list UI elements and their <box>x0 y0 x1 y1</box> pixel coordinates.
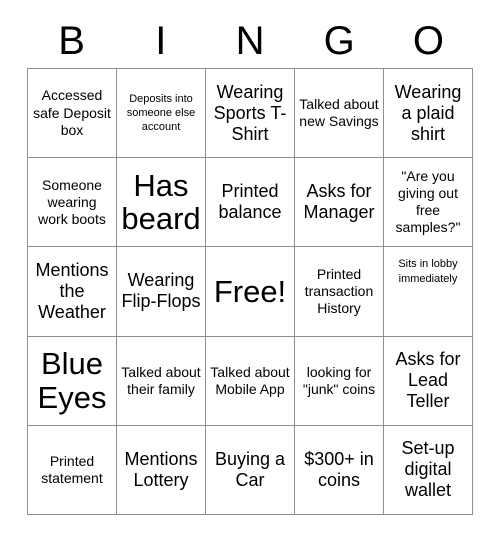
bingo-cell-label: Accessed safe Deposit box <box>33 87 111 138</box>
bingo-cell[interactable]: Asks for Lead Teller <box>384 336 473 426</box>
bingo-cell[interactable]: Printed statement <box>28 425 117 515</box>
bingo-card: B I N G O Accessed safe Deposit box Depos… <box>0 0 500 544</box>
bingo-cell[interactable]: Wearing Sports T-Shirt <box>206 69 295 159</box>
bingo-cell-label: Sits in lobby immediately <box>398 258 458 285</box>
bingo-cell[interactable]: Wearing a plaid shirt <box>384 69 473 159</box>
bingo-cell-label: Mentions the Weather <box>35 259 109 323</box>
bingo-cell[interactable]: Set-up digital wallet <box>384 425 473 515</box>
bingo-cell[interactable]: Talked about Mobile App <box>206 336 295 426</box>
bingo-cell[interactable]: Mentions Lottery <box>117 425 206 515</box>
bingo-cell[interactable]: Talked about their family <box>117 336 206 426</box>
bingo-cell-label: Talked about their family <box>121 363 201 397</box>
bingo-cell-label: Wearing Sports T-Shirt <box>213 81 287 144</box>
bingo-cell[interactable]: Accessed safe Deposit box <box>28 69 117 159</box>
bingo-cell-label: Has beard <box>121 167 201 237</box>
bingo-cell[interactable]: looking for "junk" coins <box>295 336 384 426</box>
bingo-cell[interactable]: Sits in lobby immediately <box>384 247 473 337</box>
bingo-cell[interactable]: Printed transaction History <box>295 247 384 337</box>
bingo-cell[interactable]: "Are you giving out free samples?" <box>384 158 473 248</box>
bingo-cell-label: Someone wearing work boots <box>38 176 106 227</box>
bingo-cell[interactable]: Deposits into someone else account <box>117 69 206 159</box>
bingo-grid: Accessed safe Deposit box Deposits into s… <box>27 68 473 515</box>
bingo-cell[interactable]: $300+ in coins <box>295 425 384 515</box>
bingo-cell[interactable]: Blue Eyes <box>28 336 117 426</box>
header-letter-g: G <box>323 19 355 63</box>
bingo-cell-label: looking for "junk" coins <box>302 363 376 397</box>
bingo-cell[interactable]: Someone wearing work boots <box>28 158 117 248</box>
bingo-header: B I N G O <box>27 14 473 68</box>
bingo-cell-label: Printed statement <box>41 452 103 486</box>
bingo-cell[interactable]: Has beard <box>117 158 206 248</box>
header-letter-i: I <box>155 19 167 63</box>
bingo-cell[interactable]: Mentions the Weather <box>28 247 117 337</box>
header-letter-o: O <box>412 19 444 63</box>
header-letter-n: N <box>235 19 265 63</box>
bingo-cell-label: Talked about Mobile App <box>210 363 290 397</box>
bingo-cell-label: Wearing Flip-Flops <box>121 270 201 312</box>
bingo-free-space[interactable]: Free! <box>206 247 295 337</box>
bingo-cell-label: "Are you giving out free samples?" <box>395 168 461 236</box>
bingo-cell-label: Asks for Lead Teller <box>395 349 461 412</box>
bingo-cell[interactable]: Buying a Car <box>206 425 295 515</box>
bingo-cell-label: Buying a Car <box>214 448 286 490</box>
bingo-cell[interactable]: Printed balance <box>206 158 295 248</box>
bingo-cell[interactable]: Talked about new Savings <box>295 69 384 159</box>
bingo-cell-label: Free! <box>213 273 287 309</box>
bingo-cell-label: Asks for Manager <box>303 181 375 223</box>
bingo-cell-label: Mentions Lottery <box>124 448 198 490</box>
bingo-cell-label: Wearing a plaid shirt <box>394 81 462 144</box>
bingo-cell[interactable]: Asks for Manager <box>295 158 384 248</box>
bingo-cell-label: Blue Eyes <box>37 346 107 415</box>
bingo-cell-label: Deposits into someone else account <box>126 92 196 134</box>
bingo-cell[interactable]: Wearing Flip-Flops <box>117 247 206 337</box>
bingo-cell-label: Printed transaction History <box>304 265 374 317</box>
bingo-cell-label: Set-up digital wallet <box>401 438 455 501</box>
bingo-cell-label: Printed balance <box>218 181 282 223</box>
bingo-cell-label: Talked about new Savings <box>299 96 379 130</box>
header-letter-b: B <box>58 19 85 63</box>
bingo-cell-label: $300+ in coins <box>304 448 374 490</box>
